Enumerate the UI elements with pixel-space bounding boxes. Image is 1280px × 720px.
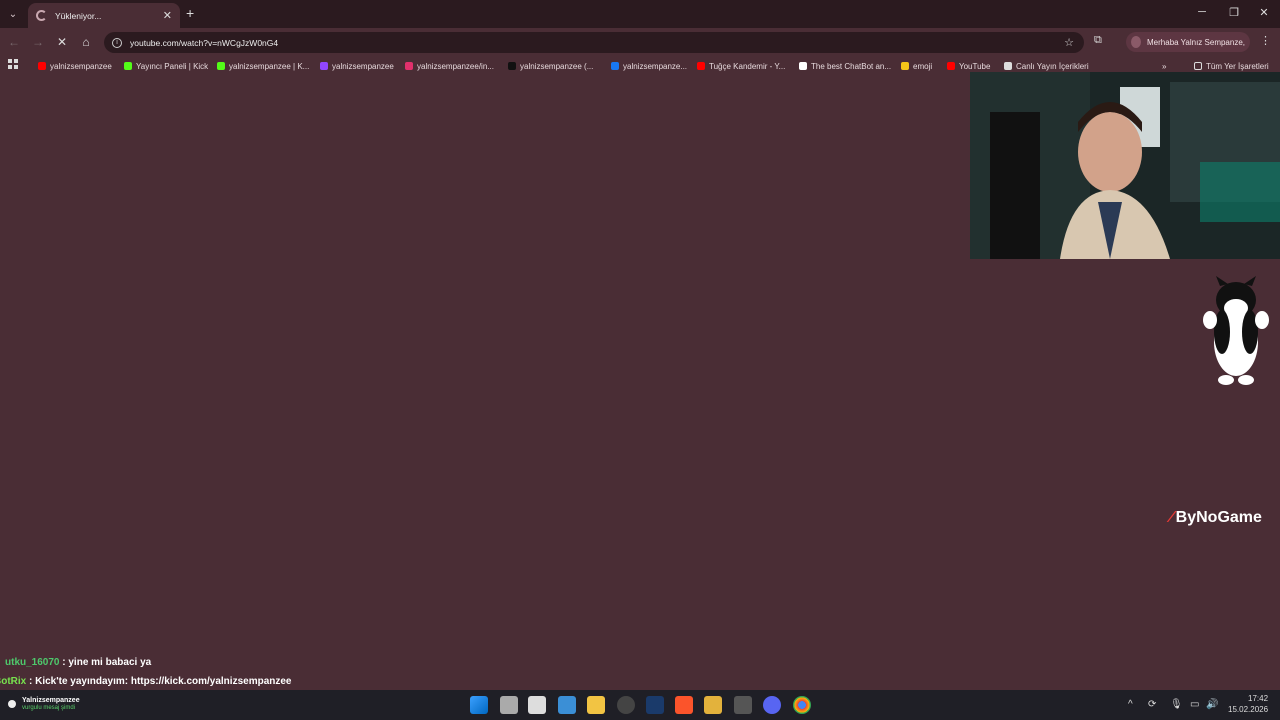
brave-icon[interactable]	[675, 696, 693, 714]
chat-message: utku_16070 : yine mi babaci ya	[5, 657, 151, 668]
chat-text: : Kick'te yayındayım: https://kick.com/y…	[26, 676, 292, 687]
chat-message: BotRix : Kick'te yayındayım: https://kic…	[0, 676, 291, 687]
site-info-icon[interactable]: i	[112, 37, 122, 48]
back-button[interactable]: ←	[6, 35, 22, 49]
youtube-icon	[697, 62, 705, 70]
stop-loading-button[interactable]: ✕	[54, 35, 70, 49]
cat-sticker	[1202, 276, 1270, 386]
bookmark-item[interactable]: Yayıncı Paneli | Kick	[124, 58, 208, 74]
bookmark-label: yalnizsempanzee (...	[520, 61, 594, 71]
profile-greeting: Merhaba Yalnız Sempanze,	[1147, 37, 1245, 47]
discord-icon[interactable]	[763, 696, 781, 714]
folder-icon	[1194, 62, 1202, 70]
clock-date: 15.02.2026	[1228, 705, 1269, 714]
chat-username: BotRix	[0, 676, 27, 687]
app-icon-2[interactable]	[734, 696, 752, 714]
close-window-button[interactable]: ✕	[1254, 6, 1274, 19]
chatbot-icon	[799, 62, 807, 70]
task-view-icon[interactable]	[500, 696, 518, 714]
steam-icon[interactable]	[646, 696, 664, 714]
bookmark-label: YouTube	[959, 61, 991, 71]
notification-widget[interactable]: Yalnizsempanzee vurgulu mesaj şimdi	[6, 697, 80, 711]
chat-username: utku_16070	[5, 657, 60, 668]
bookmark-label: yalnizsempanzee	[332, 61, 394, 71]
bookmark-item[interactable]: The best ChatBot an...	[799, 58, 891, 74]
microphone-icon[interactable]: 🎙	[1170, 699, 1183, 710]
bookmark-label: Tuğçe Kandemir - Y...	[709, 61, 786, 71]
twitch-icon	[320, 62, 328, 70]
display-icon[interactable]: ▭	[1190, 699, 1199, 710]
emoji-icon	[901, 62, 909, 70]
kick-icon	[124, 62, 132, 70]
kick-icon	[217, 62, 225, 70]
windows-taskbar	[0, 690, 1280, 720]
file-explorer-icon[interactable]	[587, 696, 605, 714]
widget-title: Yalnizsempanzee	[22, 697, 80, 704]
bookmark-label: The best ChatBot an...	[811, 61, 892, 71]
app-icon[interactable]	[528, 696, 546, 714]
tab-search-icon[interactable]: ⌄	[4, 6, 22, 22]
brand-name: ByNoGame	[1175, 509, 1262, 526]
minimize-button[interactable]: ─	[1192, 6, 1212, 18]
bookmark-label: yalnizsempanzee	[50, 61, 112, 71]
home-button[interactable]: ⌂	[78, 35, 94, 49]
close-tab-icon[interactable]: ✕	[163, 9, 172, 22]
start-icon[interactable]	[470, 696, 488, 714]
address-bar[interactable]: i youtube.com/watch?v=nWCgJzW0nG4 ☆	[104, 32, 1084, 53]
bookmark-item[interactable]: Tuğçe Kandemir - Y...	[697, 58, 785, 74]
widget-subtitle: vurgulu mesaj şimdi	[22, 705, 76, 711]
profile-button[interactable]: Merhaba Yalnız Sempanze,	[1126, 32, 1250, 52]
youtube-icon	[947, 62, 955, 70]
menu-icon[interactable]: ⋮	[1260, 34, 1271, 47]
all-bookmarks-label: Tüm Yer İşaretleri	[1206, 61, 1269, 71]
volume-icon[interactable]: 🔊	[1206, 699, 1218, 710]
clock-time: 17:42	[1248, 694, 1269, 703]
loading-spinner-icon	[36, 10, 47, 21]
bookmark-label: Canlı Yayın İçerikleri	[1016, 61, 1089, 71]
bookmark-item[interactable]: yalnizsempanzee	[38, 58, 112, 74]
active-tab[interactable]: Yükleniyor... ✕	[28, 3, 180, 28]
folder-icon	[1004, 62, 1012, 70]
bookmark-item[interactable]: emoji	[901, 58, 932, 74]
flame-icon: ⁄	[1170, 509, 1173, 526]
bookmark-label: yalnizsempanze...	[623, 61, 688, 71]
bookmark-star-icon[interactable]: ☆	[1064, 36, 1074, 49]
bookmark-label: Yayıncı Paneli | Kick	[136, 61, 209, 71]
bookmark-item[interactable]: yalnizsempanzee (...	[508, 58, 593, 74]
instagram-icon	[405, 62, 413, 70]
media-player-icon[interactable]	[704, 696, 722, 714]
bookmark-item[interactable]: yalnizsempanzee | K...	[217, 58, 309, 74]
restore-button[interactable]: ❐	[1224, 6, 1244, 19]
bookmark-item[interactable]: yalnizsempanzee	[320, 58, 394, 74]
tiktok-icon	[508, 62, 516, 70]
obs-icon[interactable]	[617, 696, 635, 714]
avatar	[1131, 36, 1142, 48]
url-text[interactable]: youtube.com/watch?v=nWCgJzW0nG4	[130, 38, 278, 48]
tray-overflow-icon[interactable]: ^	[1128, 699, 1133, 710]
photos-icon[interactable]	[558, 696, 576, 714]
bookmark-item[interactable]: yalnizsempanze...	[611, 58, 687, 74]
tab-title: Yükleniyor...	[55, 10, 102, 21]
bookmark-label: emoji	[913, 61, 933, 71]
new-tab-button[interactable]: +	[186, 5, 194, 21]
bookmark-item[interactable]: yalnizsempanzee/in...	[405, 58, 494, 74]
bynogame-logo: ⁄ ByNoGame	[1170, 509, 1262, 527]
forward-button[interactable]: →	[30, 35, 46, 49]
chrome-icon[interactable]	[793, 696, 811, 714]
bookmark-label: yalnizsempanzee/in...	[417, 61, 494, 71]
clock[interactable]: 17:42 15.02.2026	[1228, 693, 1268, 715]
notification-icon	[8, 700, 16, 708]
webcam-overlay	[970, 72, 1280, 259]
facebook-icon	[611, 62, 619, 70]
extensions-icon[interactable]: ⧉	[1094, 34, 1102, 47]
youtube-icon	[38, 62, 46, 70]
bookmark-label: yalnizsempanzee | K...	[229, 61, 310, 71]
chat-text: : yine mi babaci ya	[59, 657, 152, 668]
sync-icon[interactable]: ⟳	[1148, 699, 1156, 710]
